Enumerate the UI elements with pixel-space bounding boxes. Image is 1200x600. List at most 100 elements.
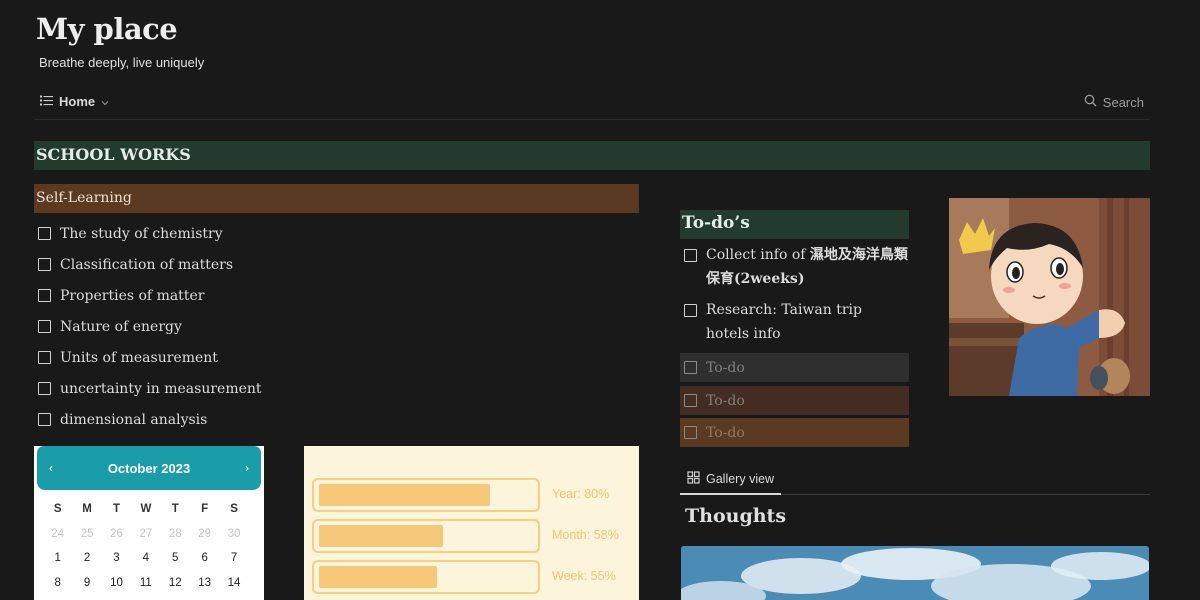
checklist-item: Units of measurement bbox=[38, 342, 262, 373]
calendar-weekday: T bbox=[171, 503, 179, 515]
calendar-day-prev-month[interactable]: 30 bbox=[219, 528, 248, 553]
calendar-day[interactable]: 4 bbox=[131, 552, 160, 577]
todo-placeholder-item[interactable]: To-do bbox=[680, 353, 909, 382]
todo-placeholder-label: To-do bbox=[706, 392, 745, 409]
checklist-item-label: Nature of energy bbox=[60, 318, 182, 335]
calendar-day[interactable]: 14 bbox=[219, 577, 248, 600]
calendar-day[interactable]: 6 bbox=[190, 552, 219, 577]
todo-placeholder-label: To-do bbox=[706, 359, 745, 376]
search-button[interactable]: Search bbox=[1084, 94, 1144, 110]
progress-widget: Year: 80% Month: 58% Week: 55% bbox=[304, 446, 639, 600]
calendar-day-prev-month[interactable]: 25 bbox=[72, 528, 101, 553]
gallery-title: Thoughts bbox=[685, 505, 787, 527]
calendar-day[interactable]: 8 bbox=[43, 577, 72, 600]
checkbox[interactable] bbox=[684, 304, 697, 317]
checkbox[interactable] bbox=[684, 249, 697, 262]
calendar-month-title: October 2023 bbox=[107, 460, 191, 476]
search-label: Search bbox=[1102, 94, 1144, 110]
progress-row-year: Year: 80% bbox=[312, 478, 639, 512]
calendar-weekday: W bbox=[140, 503, 152, 515]
calendar-day[interactable]: 10 bbox=[102, 577, 131, 600]
checklist-item: uncertainty in measurement bbox=[38, 373, 262, 404]
checkbox[interactable] bbox=[38, 320, 51, 333]
calendar-day-prev-month[interactable]: 28 bbox=[161, 528, 190, 553]
todo-item: Collect info of 濕地及海洋鳥類保育(2weeks) bbox=[680, 243, 909, 291]
checklist-item-label: The study of chemistry bbox=[60, 225, 223, 242]
grid-icon bbox=[687, 471, 700, 487]
calendar-day[interactable]: 12 bbox=[161, 577, 190, 600]
home-label: Home bbox=[59, 94, 96, 109]
calendar-weekday: F bbox=[201, 503, 209, 515]
calendar-day[interactable]: 13 bbox=[190, 577, 219, 600]
chevron-down-icon bbox=[101, 94, 109, 109]
checkbox[interactable] bbox=[38, 258, 51, 271]
checkbox[interactable] bbox=[38, 227, 51, 240]
progress-label: Week: 55% bbox=[552, 569, 616, 583]
tab-gallery-view-label: Gallery view bbox=[706, 472, 775, 486]
page-title: My place bbox=[36, 12, 178, 46]
home-view-switcher[interactable]: Home bbox=[40, 94, 109, 109]
calendar-widget: ‹ October 2023 › S M T W T F S 24 25 26 … bbox=[34, 446, 264, 600]
checkbox[interactable] bbox=[684, 361, 697, 374]
calendar-day-prev-month[interactable]: 26 bbox=[102, 528, 131, 553]
chevron-left-icon[interactable]: ‹ bbox=[49, 461, 53, 475]
gallery-card-image[interactable] bbox=[681, 546, 1149, 600]
calendar-weekday: T bbox=[112, 503, 120, 515]
checkbox[interactable] bbox=[38, 289, 51, 302]
chevron-right-icon[interactable]: › bbox=[245, 461, 249, 475]
progress-fill bbox=[319, 525, 444, 547]
navbar: Home Search bbox=[34, 92, 1150, 120]
progress-label: Month: 58% bbox=[552, 528, 619, 542]
progress-label: Year: 80% bbox=[552, 487, 610, 501]
checkbox[interactable] bbox=[38, 413, 51, 426]
self-learning-heading: Self-Learning bbox=[34, 184, 639, 213]
progress-track bbox=[312, 560, 540, 594]
todo-item-label: Research: Taiwan trip hotels info bbox=[706, 302, 862, 342]
checklist-item: The study of chemistry bbox=[38, 218, 262, 249]
progress-track bbox=[312, 478, 540, 512]
checklist-item-label: Units of measurement bbox=[60, 349, 218, 366]
calendar-day-prev-month[interactable]: 27 bbox=[131, 528, 160, 553]
checklist-item: Classification of matters bbox=[38, 249, 262, 280]
todo-item: Research: Taiwan trip hotels info bbox=[680, 298, 909, 346]
checkbox[interactable] bbox=[684, 394, 697, 407]
calendar-weekday: S bbox=[230, 503, 238, 515]
checklist-item: Nature of energy bbox=[38, 311, 262, 342]
todo-placeholder-item[interactable]: To-do bbox=[680, 386, 909, 415]
progress-track bbox=[312, 519, 540, 553]
calendar-day[interactable]: 9 bbox=[72, 577, 101, 600]
todo-placeholder-item[interactable]: To-do bbox=[680, 418, 909, 447]
progress-row-week: Week: 55% bbox=[312, 560, 639, 594]
calendar-day-prev-month[interactable]: 24 bbox=[43, 528, 72, 553]
checkbox[interactable] bbox=[38, 382, 51, 395]
page-subtitle: Breathe deeply, live uniquely bbox=[39, 55, 205, 70]
calendar-day-prev-month[interactable]: 29 bbox=[190, 528, 219, 553]
calendar-day[interactable]: 5 bbox=[161, 552, 190, 577]
calendar-day[interactable]: 1 bbox=[43, 552, 72, 577]
checklist-item-label: dimensional analysis bbox=[60, 411, 208, 428]
calendar-grid: S M T W T F S 24 25 26 27 28 29 30 1 2 3… bbox=[43, 503, 264, 600]
list-icon bbox=[40, 94, 53, 109]
todos-heading: To-do’s bbox=[680, 210, 909, 239]
calendar-day[interactable]: 2 bbox=[72, 552, 101, 577]
checkbox[interactable] bbox=[684, 426, 697, 439]
cover-image bbox=[949, 198, 1150, 396]
tab-gallery-view[interactable]: Gallery view bbox=[680, 465, 782, 495]
checkbox[interactable] bbox=[38, 351, 51, 364]
calendar-weekday: S bbox=[53, 503, 62, 515]
progress-row-month: Month: 58% bbox=[312, 519, 639, 553]
gallery-tabs: Gallery view bbox=[680, 465, 1150, 495]
checklist-item-label: Classification of matters bbox=[60, 256, 234, 273]
search-icon bbox=[1084, 94, 1097, 110]
checklist-item: dimensional analysis bbox=[38, 404, 262, 435]
calendar-day[interactable]: 11 bbox=[131, 577, 160, 600]
calendar-weekday: M bbox=[82, 503, 92, 515]
checklist-item: Properties of matter bbox=[38, 280, 262, 311]
calendar-day[interactable]: 7 bbox=[219, 552, 248, 577]
checklist-item-label: Properties of matter bbox=[60, 287, 205, 304]
todo-item-label: Collect info of 濕地及海洋鳥類保育(2weeks) bbox=[706, 247, 908, 287]
calendar-day[interactable]: 3 bbox=[102, 552, 131, 577]
progress-fill bbox=[319, 484, 491, 506]
todo-placeholder-label: To-do bbox=[706, 424, 745, 441]
self-learning-checklist: The study of chemistry Classification of… bbox=[38, 218, 262, 435]
